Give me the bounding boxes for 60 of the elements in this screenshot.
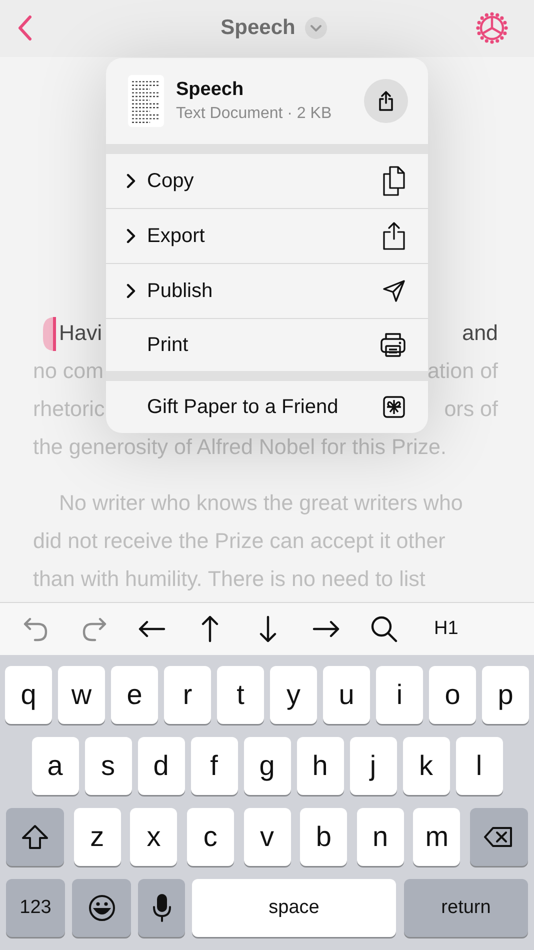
document-thumbnail-icon <box>128 75 164 127</box>
search-icon[interactable] <box>370 614 398 643</box>
text-cursor-icon <box>42 316 56 352</box>
menu-item[interactable]: Gift Paper to a Friend <box>106 381 428 433</box>
letter-key[interactable]: f <box>190 737 238 795</box>
letter-key[interactable]: y <box>270 666 317 724</box>
shift-icon <box>21 824 49 850</box>
letter-key[interactable]: l <box>456 737 502 795</box>
share-icon <box>377 90 395 112</box>
letter-key[interactable]: p <box>482 666 529 724</box>
settings-icon[interactable] <box>476 12 508 44</box>
body-text: and <box>462 321 498 346</box>
letter-key[interactable]: s <box>84 737 132 795</box>
menu-item[interactable]: Export <box>106 209 428 264</box>
microphone-icon <box>152 893 172 923</box>
letter-key[interactable]: c <box>186 808 234 866</box>
letter-key[interactable]: b <box>300 808 348 866</box>
emoji-key[interactable] <box>72 879 131 937</box>
heading-button[interactable]: H1 <box>434 618 458 640</box>
document-title[interactable]: Speech <box>220 16 296 40</box>
letter-key[interactable]: h <box>296 737 344 795</box>
delete-key[interactable] <box>470 808 528 866</box>
letter-key[interactable]: r <box>164 666 211 724</box>
menu-item[interactable]: Copy <box>106 154 428 209</box>
letter-key[interactable]: w <box>58 666 105 724</box>
letter-key[interactable]: i <box>376 666 423 724</box>
shift-key[interactable] <box>6 808 64 866</box>
letter-key[interactable]: a <box>32 737 78 795</box>
document-info: Text Document · 2 KB <box>176 105 333 123</box>
body-text: Havi <box>59 321 102 346</box>
letter-key[interactable]: q <box>5 666 52 724</box>
numbers-key[interactable]: 123 <box>6 879 65 937</box>
space-key[interactable]: space <box>192 879 396 937</box>
back-icon[interactable] <box>18 15 32 42</box>
letter-key[interactable]: d <box>138 737 184 795</box>
share-icon <box>382 221 406 251</box>
document-name: Speech <box>176 79 245 101</box>
share-button[interactable] <box>364 79 408 123</box>
letter-key[interactable]: t <box>217 666 264 724</box>
letter-key[interactable]: x <box>130 808 178 866</box>
paper-plane-icon <box>382 279 406 303</box>
menu-item[interactable]: Print <box>106 319 428 371</box>
letter-key[interactable]: e <box>111 666 158 724</box>
menu-item[interactable]: Publish <box>106 264 428 319</box>
smiley-icon <box>88 894 116 922</box>
letter-key[interactable]: m <box>413 808 460 866</box>
letter-key[interactable]: g <box>244 737 290 795</box>
letter-key[interactable]: z <box>74 808 121 866</box>
letter-key[interactable]: u <box>323 666 370 724</box>
documents-icon <box>382 166 406 196</box>
gift-icon <box>382 395 406 419</box>
microphone-key[interactable] <box>138 879 185 937</box>
letter-key[interactable]: k <box>402 737 450 795</box>
letter-key[interactable]: n <box>356 808 404 866</box>
return-key[interactable]: return <box>404 879 528 937</box>
letter-key[interactable]: o <box>429 666 476 724</box>
delete-icon <box>484 826 514 848</box>
letter-key[interactable]: j <box>350 737 396 795</box>
letter-key[interactable]: v <box>244 808 290 866</box>
printer-icon <box>380 332 406 358</box>
